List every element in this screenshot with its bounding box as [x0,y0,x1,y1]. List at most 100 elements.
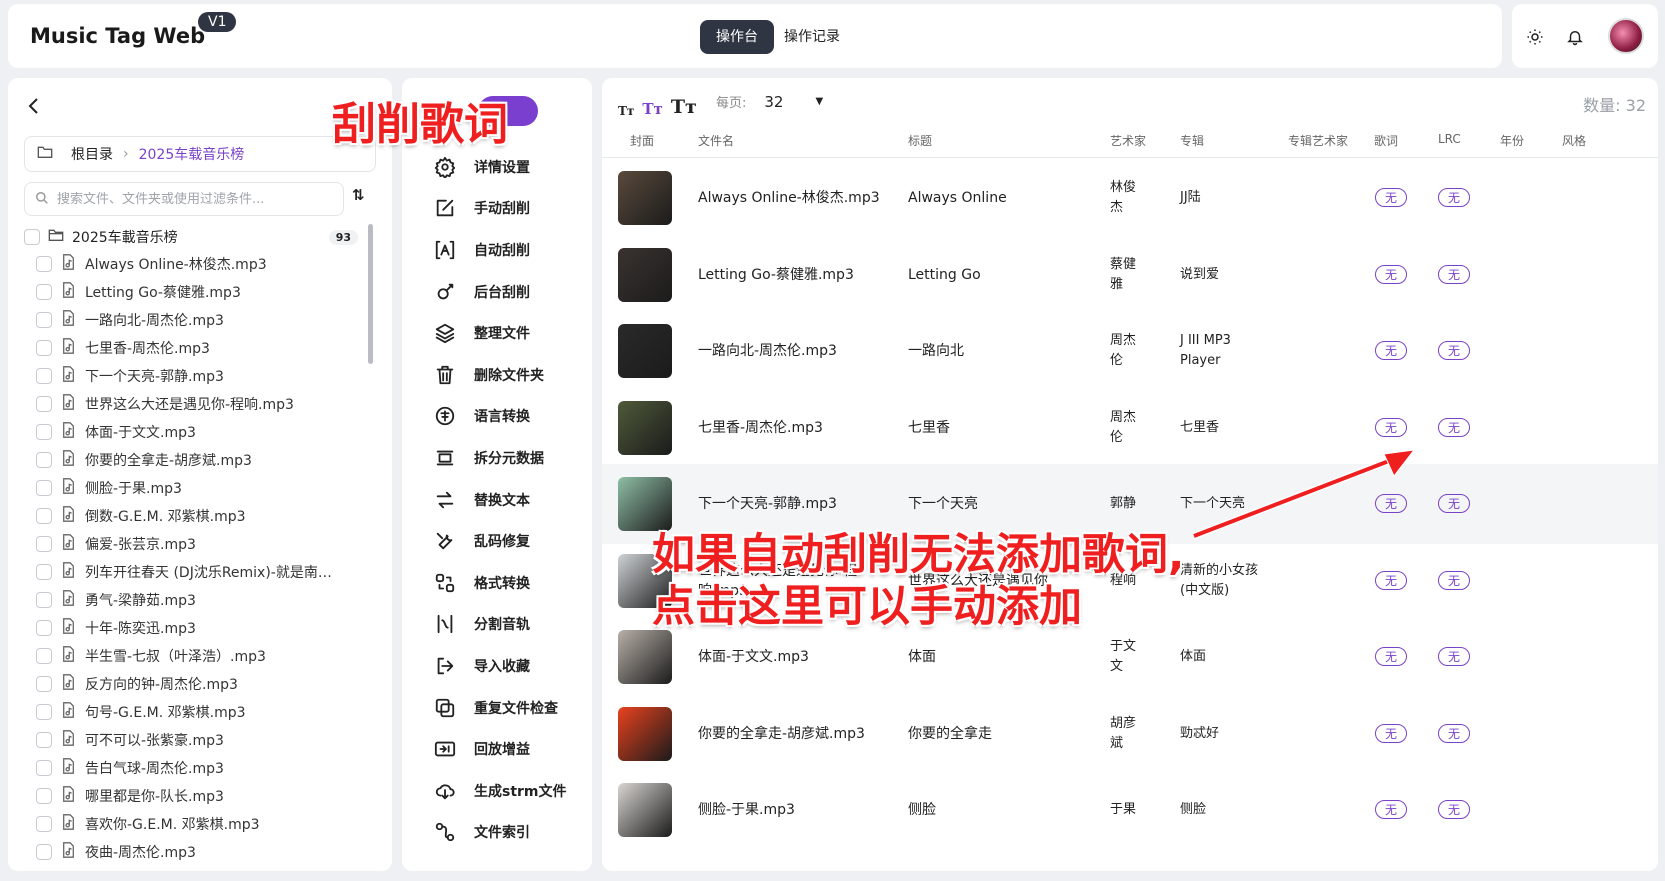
file-checkbox[interactable] [36,284,52,300]
caret-down-icon[interactable]: ▼ [815,96,823,107]
album-cover[interactable] [618,400,672,455]
col-year[interactable]: 年份 [1500,132,1524,149]
table-row[interactable]: 你要的全拿走-胡彦斌.mp3 你要的全拿走 胡彦斌 勁忒好 无 无 [602,694,1658,774]
col-album[interactable]: 专辑 [1180,132,1204,149]
col-title[interactable]: 标题 [908,132,932,149]
sort-icon[interactable]: ⇅ [352,186,376,210]
lrc-badge[interactable]: 无 [1438,570,1470,590]
file-item[interactable]: 偏爱-张芸京.mp3 [24,530,376,558]
font-medium-icon[interactable]: Tт [642,100,662,118]
breadcrumb-current[interactable]: 2025车载音乐榜 [139,144,245,164]
lyrics-badge[interactable]: 无 [1375,264,1407,284]
lrc-badge[interactable]: 无 [1438,723,1470,743]
action-auto[interactable]: 自动刮削 [432,229,567,271]
file-item[interactable]: 七里香-周杰伦.mp3 [24,334,376,362]
action-import[interactable]: 导入收藏 [432,645,567,687]
col-filename[interactable]: 文件名 [698,132,734,149]
lrc-badge[interactable]: 无 [1438,264,1470,284]
file-checkbox[interactable] [36,480,52,496]
action-satellite[interactable]: 后台刮削 [432,271,567,313]
per-page-select[interactable]: 每页: 32 ▼ [716,92,823,112]
col-album-artist[interactable]: 专辑艺术家 [1288,132,1348,149]
action-split[interactable]: 拆分元数据 [432,437,567,479]
file-item[interactable]: 世界这么大还是遇见你-程响.mp3 [24,390,376,418]
file-item[interactable]: 你要的全拿走-胡彦斌.mp3 [24,446,376,474]
table-row[interactable]: Letting Go-蔡健雅.mp3 Letting Go 蔡健雅 说到爱 无 无 [602,235,1658,315]
file-item[interactable]: 十年-陈奕迅.mp3 [24,614,376,642]
file-item[interactable]: Always Online-林俊杰.mp3 [24,250,376,278]
file-item[interactable]: 反方向的钟-周杰伦.mp3 [24,670,376,698]
file-item[interactable]: 告白气球-周杰伦.mp3 [24,754,376,782]
file-checkbox[interactable] [36,564,52,580]
breadcrumb-root[interactable]: 根目录 [71,144,113,164]
action-cloud-download[interactable]: 生成strm文件 [432,770,567,812]
lrc-badge[interactable]: 无 [1438,417,1470,437]
file-checkbox[interactable] [36,256,52,272]
col-artist[interactable]: 艺术家 [1110,132,1146,149]
album-cover[interactable] [618,324,672,378]
file-item[interactable]: Letting Go-蔡健雅.mp3 [24,278,376,306]
file-item[interactable]: 勇气-梁静茹.mp3 [24,586,376,614]
file-checkbox[interactable] [36,368,52,384]
file-item[interactable]: 一路向北-周杰伦.mp3 [24,306,376,334]
action-gain[interactable]: 回放增益 [432,728,567,770]
album-cover[interactable] [618,706,672,761]
file-checkbox[interactable] [36,816,52,832]
file-item[interactable]: 倒数-G.E.M. 邓紫棋.mp3 [24,502,376,530]
table-row[interactable]: 侧脸-于果.mp3 侧脸 于果 侧脸 无 无 [602,770,1658,850]
file-checkbox[interactable] [36,648,52,664]
album-cover[interactable] [618,171,672,225]
lrc-badge[interactable]: 无 [1438,341,1470,360]
file-checkbox[interactable] [36,732,52,748]
lrc-badge[interactable]: 无 [1438,647,1470,666]
col-lrc[interactable]: LRC [1438,132,1461,146]
back-arrow-icon[interactable] [22,94,46,118]
search-input[interactable] [57,191,327,207]
file-item[interactable]: 下一个天亮-郭静.mp3 [24,362,376,390]
file-checkbox[interactable] [36,676,52,692]
file-checkbox[interactable] [36,424,52,440]
file-checkbox[interactable] [36,340,52,356]
action-language[interactable]: 语言转换 [432,396,567,438]
lrc-badge[interactable]: 无 [1438,800,1470,819]
lyrics-badge[interactable]: 无 [1375,723,1407,743]
col-genre[interactable]: 风格 [1562,132,1586,149]
action-scissor[interactable]: 分割音轨 [432,604,567,646]
lyrics-badge[interactable]: 无 [1375,570,1407,590]
action-trash[interactable]: 删除文件夹 [432,354,567,396]
tab-history[interactable]: 操作记录 [768,20,856,54]
file-item[interactable]: 列车开往春天 (DJ沈乐Remix)-就是南方... [24,558,376,586]
theme-toggle-sun-icon[interactable] [1524,26,1546,48]
lyrics-badge[interactable]: 无 [1375,417,1407,437]
action-layers[interactable]: 整理文件 [432,312,567,354]
action-index[interactable]: 文件索引 [432,812,567,854]
lyrics-badge[interactable]: 无 [1375,800,1407,819]
album-cover[interactable] [618,783,672,837]
per-page-value[interactable]: 32 [764,93,783,111]
file-item[interactable]: 喜欢你-G.E.M. 邓紫棋.mp3 [24,810,376,838]
file-checkbox[interactable] [36,312,52,328]
action-edit[interactable]: 手动刮削 [432,188,567,230]
lrc-badge[interactable]: 无 [1438,494,1470,513]
file-checkbox[interactable] [36,844,52,860]
file-item[interactable]: 夜曲-周杰伦.mp3 [24,838,376,866]
font-small-icon[interactable]: Tт [618,104,634,118]
file-item[interactable]: 侧脸-于果.mp3 [24,474,376,502]
bell-icon[interactable] [1564,26,1586,48]
tree-folder-row[interactable]: 2025车載音乐榜 93 [24,224,376,250]
lyrics-badge[interactable]: 无 [1375,188,1407,207]
tab-console[interactable]: 操作台 [700,20,774,54]
table-row[interactable]: 七里香-周杰伦.mp3 七里香 周杰伦 七里香无无 [602,388,1658,468]
user-avatar[interactable] [1608,18,1644,54]
lyrics-badge[interactable]: 无 [1375,341,1407,360]
file-item[interactable]: 哪里都是你-队长.mp3 [24,782,376,810]
file-item[interactable]: 半生雪-七叔（叶泽浩）.mp3 [24,642,376,670]
file-checkbox[interactable] [36,452,52,468]
tree-scrollbar[interactable] [368,224,373,364]
file-checkbox[interactable] [36,760,52,776]
font-large-icon[interactable]: Tт [671,96,697,118]
action-replace[interactable]: 替换文本 [432,479,567,521]
col-lyrics[interactable]: 歌词 [1374,132,1398,149]
action-gear[interactable]: 详情设置 [432,146,567,188]
file-checkbox[interactable] [36,620,52,636]
